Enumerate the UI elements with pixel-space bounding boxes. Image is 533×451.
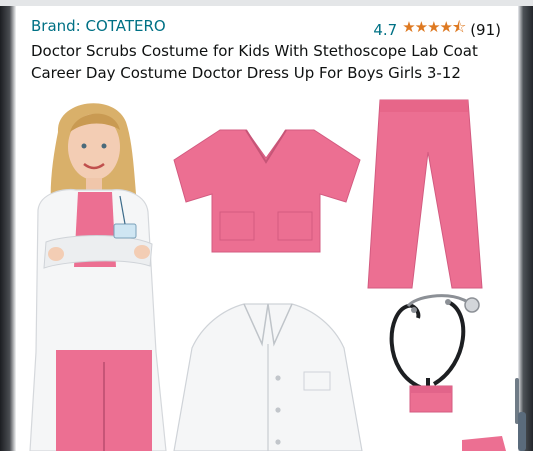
product-header: Brand: COTATERO 4.7 ★★★★⯪ (91) Doctor Sc… (16, 6, 518, 90)
right-edge (518, 6, 533, 451)
star-rating-icon: ★★★★⯪ (402, 18, 466, 36)
brand-link[interactable]: Brand: COTATERO (31, 17, 166, 35)
product-card: Brand: COTATERO 4.7 ★★★★⯪ (91) Doctor Sc… (16, 6, 518, 451)
rating-value: 4.7 (373, 20, 398, 39)
left-edge (0, 6, 16, 451)
rating-summary[interactable]: 4.7 ★★★★⯪ (91) (373, 17, 501, 42)
rating-count[interactable]: (91) (470, 21, 501, 39)
product-image-illustration (29, 99, 506, 451)
scrollbar-track-end[interactable] (518, 412, 526, 451)
product-title: Doctor Scrubs Costume for Kids With Stet… (31, 42, 478, 82)
product-image[interactable] (16, 92, 518, 451)
